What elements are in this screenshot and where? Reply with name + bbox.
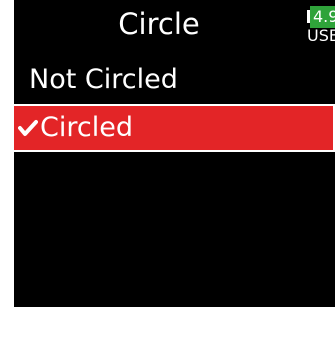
device-screen: Circle 4.9 USB Not Circled Circled xyxy=(14,0,335,307)
check-icon xyxy=(18,120,38,136)
option-circled[interactable]: Circled xyxy=(14,104,335,152)
option-label: Not Circled xyxy=(29,64,178,95)
battery-level: 4.9 xyxy=(310,6,335,28)
header: Circle 4.9 USB xyxy=(14,0,335,56)
option-list: Not Circled Circled xyxy=(14,56,335,152)
page-title: Circle xyxy=(118,7,200,41)
power-source-label: USB xyxy=(307,26,335,45)
option-label: Circled xyxy=(40,112,133,143)
battery-indicator: 4.9 USB xyxy=(307,4,335,48)
option-not-circled[interactable]: Not Circled xyxy=(14,56,335,104)
